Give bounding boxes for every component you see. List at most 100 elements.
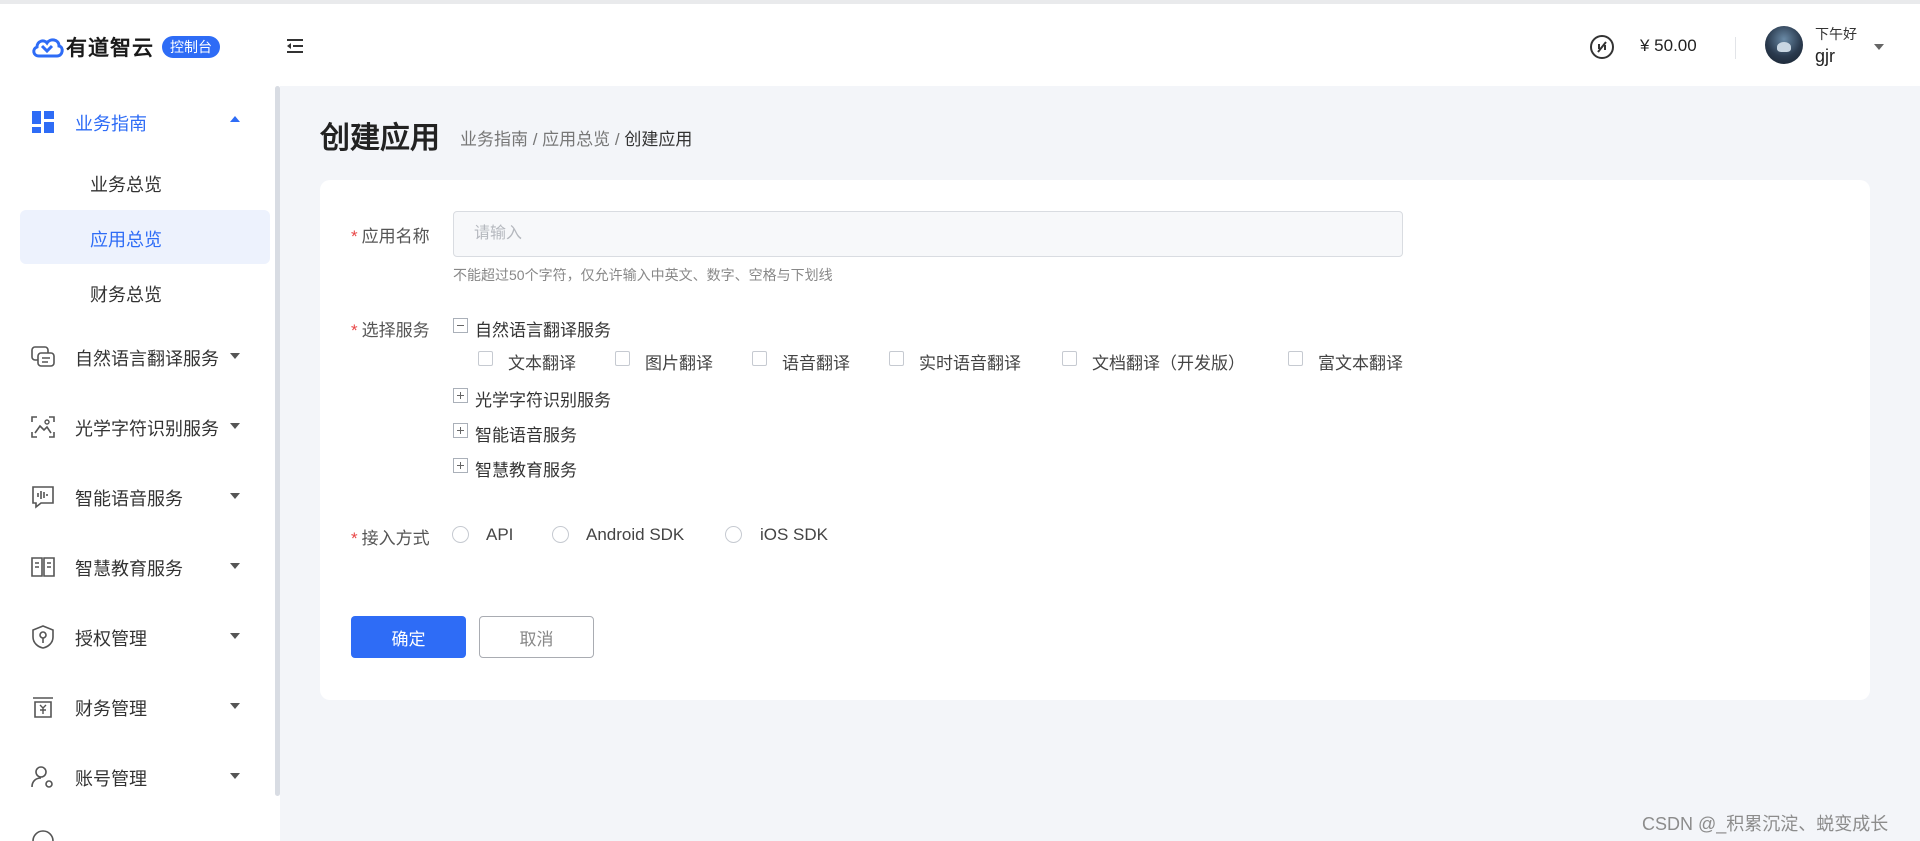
sidebar-item-authorization[interactable]: 授权管理 [0,611,270,661]
avatar[interactable] [1765,26,1803,64]
greeting-text: 下午好 [1815,26,1857,42]
service-group-education[interactable]: 智慧教育服务 [475,456,577,481]
required-mark: * [351,529,358,548]
app-name-label-text: 应用名称 [361,227,430,246]
coin-icon[interactable] [1589,34,1615,60]
breadcrumb-separator: / [610,130,625,149]
service-group-voice[interactable]: 智能语音服务 [475,421,577,446]
sidebar-subitem-label: 财务总览 [90,285,162,305]
book-icon [31,557,55,577]
caret-down-icon [230,773,240,779]
radio-android-sdk[interactable] [552,526,569,543]
sidebar-item-label: 授权管理 [75,629,147,649]
required-mark: * [351,321,358,340]
collapse-minus-icon[interactable] [453,318,468,333]
radio-label[interactable]: iOS SDK [760,525,828,545]
sidebar-item-nlp-translation[interactable]: 自然语言翻译服务 [0,331,270,381]
cancel-button[interactable]: 取消 [479,616,594,658]
menu-fold-icon[interactable] [284,35,306,57]
sidebar-item-label: 智慧教育服务 [75,559,183,579]
sidebar-item-education[interactable]: 智慧教育服务 [0,541,270,591]
checkbox-label[interactable]: 文本翻译 [508,349,576,374]
page-title: 创建应用 [320,122,440,155]
expand-plus-icon[interactable] [453,458,468,473]
account-balance[interactable]: ¥ 50.00 [1640,36,1697,56]
app-name-hint: 不能超过50个字符，仅允许输入中英文、数字、空格与下划线 [453,267,833,283]
checkbox-label[interactable]: 图片翻译 [645,349,713,374]
services-label: * 选择服务 [351,316,430,341]
breadcrumb-current: 创建应用 [624,130,693,149]
dashboard-icon [32,111,54,133]
expand-plus-icon[interactable] [453,388,468,403]
caret-down-icon [230,423,240,429]
more-menu-icon [32,830,54,841]
access-method-label: * 接入方式 [351,524,430,549]
translate-chat-icon [31,346,55,367]
watermark: CSDN @_积累沉淀、蜕变成长 [1642,814,1889,834]
sidebar-item-business-guide[interactable]: 业务指南 [0,96,270,146]
header-divider [1735,37,1736,59]
radio-label[interactable]: Android SDK [586,525,684,545]
top-header: 有道智云 控制台 ¥ 50.00 下午好 gjr [0,4,1920,86]
sidebar-item-voice[interactable]: 智能语音服务 [0,471,270,521]
sidebar-scrollbar[interactable] [275,86,280,796]
caret-down-icon [230,633,240,639]
breadcrumb-link[interactable]: 业务指南 [460,130,528,149]
sidebar-item-label: 财务管理 [75,699,147,719]
logo-text: 有道智云 [66,37,154,60]
checkbox-label[interactable]: 富文本翻译 [1318,349,1403,374]
app-name-input[interactable] [453,211,1403,257]
sidebar-subitem-label: 应用总览 [90,230,162,250]
service-group-ocr[interactable]: 光学字符识别服务 [475,386,611,411]
shield-key-icon [32,625,54,649]
service-group-nlp[interactable]: 自然语言翻译服务 [475,316,611,341]
cloud-logo-icon [32,38,64,58]
caret-down-icon [230,493,240,499]
app-name-label: * 应用名称 [351,222,430,247]
services-label-text: 选择服务 [361,321,430,340]
caret-down-icon[interactable] [1874,44,1884,50]
username[interactable]: gjr [1815,46,1835,67]
breadcrumb-separator: / [528,130,543,149]
user-gear-icon [31,766,53,788]
checkbox-realtime-speech-translation[interactable] [889,351,904,366]
caret-down-icon [230,353,240,359]
confirm-button[interactable]: 确定 [351,616,466,658]
sidebar-subitem-app-overview[interactable]: 应用总览 [20,210,270,264]
expand-plus-icon[interactable] [453,423,468,438]
checkbox-text-translation[interactable] [478,351,493,366]
scan-image-icon [31,416,55,438]
sidebar-subitem-label: 业务总览 [90,175,162,195]
breadcrumb: 业务指南 / 应用总览 / 创建应用 [460,125,692,150]
checkbox-label[interactable]: 文档翻译（开发版） [1092,349,1245,374]
checkbox-document-translation[interactable] [1062,351,1077,366]
sidebar-item-label: 业务指南 [75,114,147,134]
checkbox-speech-translation[interactable] [752,351,767,366]
checkbox-richtext-translation[interactable] [1288,351,1303,366]
logo[interactable]: 有道智云 控制台 [30,32,220,62]
radio-label[interactable]: API [486,525,513,545]
sidebar-item-finance[interactable]: 财务管理 [0,681,270,731]
access-method-label-text: 接入方式 [361,529,430,548]
radio-api[interactable] [452,526,469,543]
sidebar-item-label: 自然语言翻译服务 [75,349,219,369]
sidebar-item-account[interactable]: 账号管理 [0,751,270,801]
sidebar-subitem-business-overview[interactable]: 业务总览 [20,155,270,209]
sidebar-item-label: 光学字符识别服务 [75,419,219,439]
caret-down-icon [230,703,240,709]
voice-wave-icon [32,486,54,509]
console-badge: 控制台 [162,36,220,58]
caret-down-icon [230,563,240,569]
finance-box-icon [33,697,53,718]
breadcrumb-link[interactable]: 应用总览 [542,130,610,149]
radio-ios-sdk[interactable] [725,526,742,543]
sidebar-subitem-finance-overview[interactable]: 财务总览 [20,265,270,319]
checkbox-label[interactable]: 实时语音翻译 [919,349,1021,374]
checkbox-image-translation[interactable] [615,351,630,366]
sidebar-item-label: 账号管理 [75,769,147,789]
sidebar-item-ocr[interactable]: 光学字符识别服务 [0,401,270,451]
checkbox-label[interactable]: 语音翻译 [782,349,850,374]
required-mark: * [351,227,358,246]
caret-up-icon [230,116,240,122]
sidebar-item-label: 智能语音服务 [75,489,183,509]
